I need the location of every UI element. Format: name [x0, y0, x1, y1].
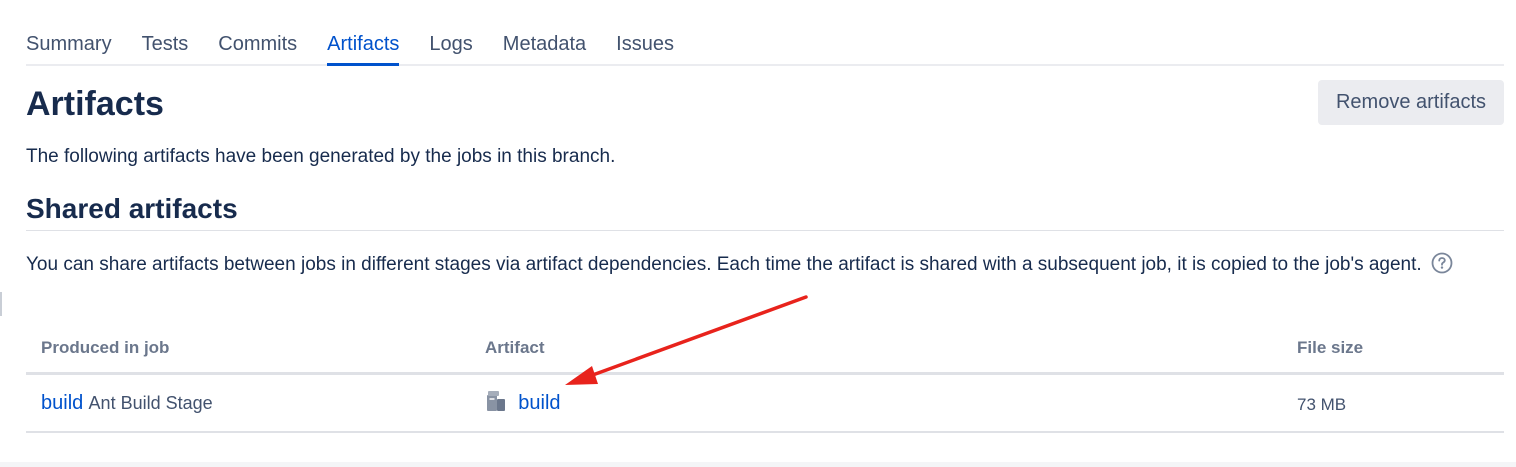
column-header-file-size: File size: [1297, 338, 1364, 357]
file-size-cell: 73 MB: [1297, 395, 1347, 414]
tab-tests[interactable]: Tests: [142, 28, 189, 64]
description-text: You can share artifacts between jobs in …: [26, 254, 1422, 275]
footer-divider: [0, 462, 1516, 467]
shared-artifacts-heading: Shared artifacts: [26, 190, 1504, 231]
intro-text: The following artifacts have been genera…: [26, 146, 616, 167]
stage-name: Ant Build Stage: [88, 393, 213, 413]
tab-issues[interactable]: Issues: [616, 28, 674, 64]
page-title: Artifacts: [26, 85, 164, 123]
artifact-cell: build: [485, 389, 561, 415]
tab-logs[interactable]: Logs: [429, 28, 472, 64]
remove-artifacts-button[interactable]: Remove artifacts: [1318, 80, 1504, 125]
tab-bar: Summary Tests Commits Artifacts Logs Met…: [26, 28, 1504, 66]
column-header-job: Produced in job: [41, 338, 170, 357]
tab-metadata[interactable]: Metadata: [503, 28, 586, 64]
tab-artifacts[interactable]: Artifacts: [327, 28, 400, 66]
tab-summary[interactable]: Summary: [26, 28, 112, 64]
job-link[interactable]: build: [41, 392, 83, 414]
scroll-edge: [0, 292, 2, 316]
artifact-link[interactable]: build: [518, 392, 560, 414]
tab-commits[interactable]: Commits: [218, 28, 297, 64]
table-row: build Ant Build Stage build 73 MB: [26, 375, 1504, 433]
table-header: Produced in job Artifact File size: [26, 330, 1504, 375]
shared-artifacts-description: You can share artifacts between jobs in …: [26, 250, 1504, 280]
question-circle-icon[interactable]: [1431, 252, 1453, 274]
bamboo-artifacts-page: Summary Tests Commits Artifacts Logs Met…: [0, 0, 1516, 467]
column-header-artifact: Artifact: [485, 338, 545, 357]
job-cell: build Ant Build Stage: [41, 392, 213, 415]
artifact-box-icon: [485, 389, 507, 413]
shared-artifacts-table: Produced in job Artifact File size build…: [26, 330, 1504, 433]
